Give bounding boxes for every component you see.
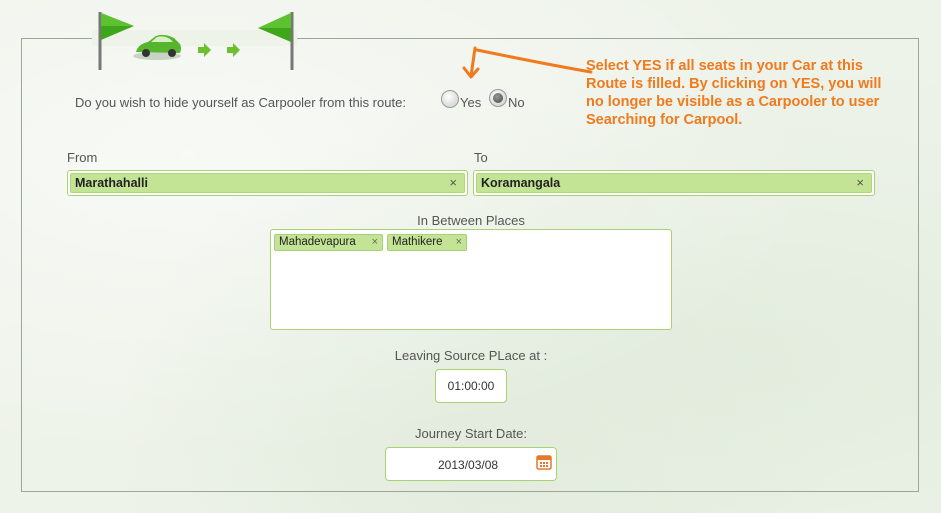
leaving-time-label: Leaving Source PLace at : — [394, 348, 548, 363]
calendar-icon[interactable] — [536, 454, 552, 470]
hide-carpooler-question: Do you wish to hide yourself as Carpoole… — [75, 95, 406, 110]
no-radio-label: No — [508, 95, 525, 110]
chip-remove-icon[interactable]: × — [372, 236, 378, 248]
to-value: Koramangala — [481, 176, 561, 190]
arrow-right-icon — [198, 43, 211, 57]
annotation-arrow-icon — [462, 46, 593, 79]
from-field[interactable]: Marathahalli × — [67, 170, 468, 196]
to-remove-icon[interactable]: × — [856, 175, 864, 190]
journey-date-label: Journey Start Date: — [415, 426, 527, 441]
no-radio[interactable] — [489, 89, 507, 107]
between-places-field[interactable]: Mahadevapura × Mathikere × — [270, 229, 672, 330]
journey-date-input[interactable]: 2013/03/08 — [385, 447, 557, 481]
start-flag-icon — [98, 12, 134, 70]
note-line: Searching for Carpool. — [586, 112, 743, 128]
note-line: Select YES if all seats in your Car at t… — [586, 58, 863, 74]
route-header-icons — [98, 12, 294, 70]
between-chip-text: Mahadevapura — [279, 236, 356, 248]
yes-radio-label: Yes — [460, 95, 482, 110]
between-chip: Mahadevapura × — [274, 234, 383, 251]
from-value: Marathahalli — [75, 176, 148, 190]
to-label: To — [474, 150, 488, 165]
chip-remove-icon[interactable]: × — [456, 236, 462, 248]
journey-date-value: 2013/03/08 — [438, 458, 499, 472]
end-flag-icon — [258, 12, 294, 70]
to-field[interactable]: Koramangala × — [473, 170, 875, 196]
between-chip-text: Mathikere — [392, 236, 443, 248]
between-label: In Between Places — [417, 213, 525, 228]
yes-radio[interactable] — [441, 90, 459, 108]
between-chip: Mathikere × — [387, 234, 467, 251]
car-icon — [133, 34, 181, 60]
arrow-right-icon — [227, 43, 240, 57]
note-line: Route is filled. By clicking on YES, you… — [586, 76, 882, 92]
hide-carpooler-radio-group: Yes No — [440, 89, 540, 111]
from-remove-icon[interactable]: × — [449, 175, 457, 190]
note-line: no longer be visible as a Carpooler to u… — [586, 94, 880, 110]
from-label: From — [67, 150, 98, 165]
hide-instruction-note: Select YES if all seats in your Car at t… — [586, 57, 916, 129]
leaving-time-input[interactable]: 01:00:00 — [435, 369, 507, 403]
